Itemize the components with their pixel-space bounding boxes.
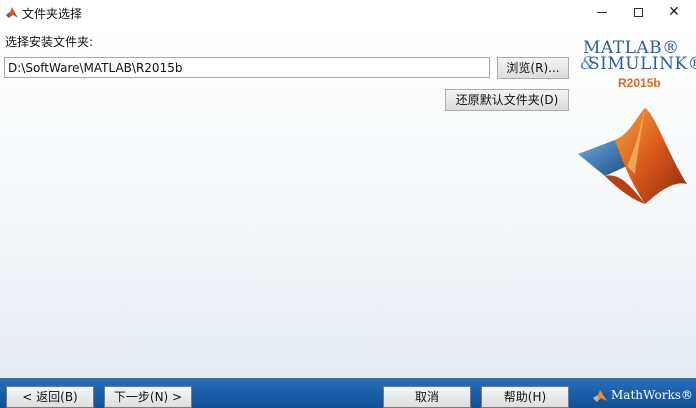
logo-simulink-text: SIMULINK®: [588, 54, 696, 74]
maximize-icon: [633, 8, 643, 17]
close-button[interactable]: ✕: [656, 0, 692, 24]
minimize-button[interactable]: [584, 0, 620, 24]
window-title: 文件夹选择: [22, 7, 83, 21]
minimize-icon: [597, 12, 607, 13]
title-bar: 文件夹选择 ✕: [0, 0, 696, 26]
restore-default-folder-button[interactable]: 还原默认文件夹(D): [445, 89, 569, 111]
back-button[interactable]: < 返回(B): [6, 386, 94, 408]
logo-version: R2015b: [618, 76, 661, 90]
browse-button[interactable]: 浏览(R)...: [497, 57, 569, 79]
install-folder-label: 选择安装文件夹:: [5, 35, 94, 49]
content-area: 选择安装文件夹: 浏览(R)... 还原默认文件夹(D) MATLAB® & S…: [0, 26, 696, 378]
cancel-button[interactable]: 取消: [383, 386, 471, 408]
matlab-simulink-logo: MATLAB® & SIMULINK® R2015b: [580, 38, 696, 98]
mathworks-membrane-icon: [593, 390, 607, 402]
close-icon: ✕: [668, 4, 680, 20]
maximize-button[interactable]: [620, 0, 656, 24]
next-button[interactable]: 下一步(N) >: [104, 386, 192, 408]
mathworks-text: MathWorks®: [611, 388, 693, 402]
help-button[interactable]: 帮助(H): [481, 386, 569, 408]
matlab-membrane-icon: [578, 108, 687, 204]
matlab-app-icon: [6, 7, 18, 18]
install-path-input[interactable]: [4, 57, 490, 78]
footer-bar: < 返回(B) 下一步(N) > 取消 帮助(H) MathWorks®: [0, 378, 696, 408]
installer-window: 文件夹选择 ✕ 选择安装文件夹: 浏览(R)... 还原默认文件夹(D) MAT…: [0, 0, 696, 408]
